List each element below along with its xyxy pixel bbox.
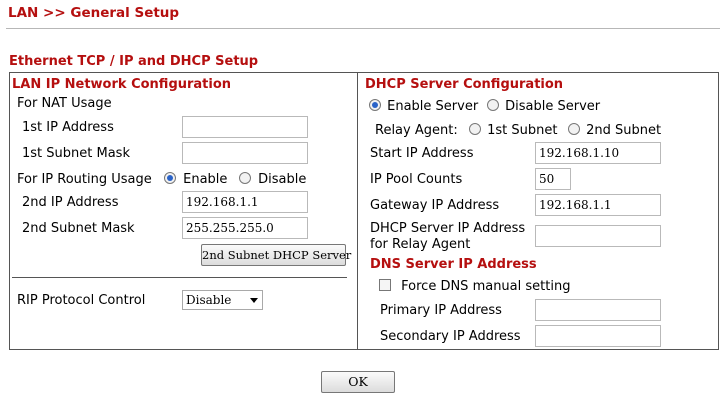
dhcp-disable-option[interactable]: Disable Server [487,99,600,114]
gateway-label: Gateway IP Address [370,198,500,213]
rip-select[interactable]: Disable [182,290,263,310]
dhcp-disable-label: Disable Server [505,99,601,114]
secondary-dns-label: Secondary IP Address [380,329,521,344]
ip2-input[interactable]: 192.168.1.1 [182,191,308,213]
relay-2nd-radio[interactable] [568,123,580,135]
routing-enable-radio[interactable] [164,172,176,184]
relay-1st-label: 1st Subnet [487,123,558,138]
relay-1st-option[interactable]: 1st Subnet [469,123,558,138]
section-title: Ethernet TCP / IP and DHCP Setup [9,54,259,69]
relay-1st-radio[interactable] [469,123,481,135]
page-title: LAN >> General Setup [8,5,180,21]
mask1-input[interactable] [182,142,308,164]
ok-button[interactable]: OK [321,371,395,393]
force-dns-checkbox[interactable] [379,279,391,291]
relay-ip-input[interactable] [535,225,661,247]
force-dns-option[interactable]: Force DNS manual setting [379,279,570,294]
rip-label: RIP Protocol Control [17,293,146,308]
mask2-label: 2nd Subnet Mask [22,221,135,236]
start-ip-label: Start IP Address [370,146,474,161]
gateway-input[interactable]: 192.168.1.1 [535,194,661,216]
start-ip-input[interactable]: 192.168.1.10 [535,142,661,164]
pool-count-label: IP Pool Counts [370,172,463,187]
relay-2nd-label: 2nd Subnet [586,123,662,138]
dhcp-enable-label: Enable Server [387,99,479,114]
primary-dns-input[interactable] [535,299,661,321]
mask1-label: 1st Subnet Mask [22,146,130,161]
routing-enable-option[interactable]: Enable [164,172,227,187]
ip2-label: 2nd IP Address [22,195,119,210]
routing-disable-radio[interactable] [239,172,251,184]
primary-dns-label: Primary IP Address [380,303,502,318]
routing-disable-option[interactable]: Disable [239,172,306,187]
chevron-down-icon [250,298,258,303]
dhcp-enable-radio[interactable] [369,99,381,111]
rip-divider [12,277,347,278]
dhcp-disable-radio[interactable] [487,99,499,111]
relay-2nd-option[interactable]: 2nd Subnet [568,123,661,138]
secondary-dns-input[interactable] [535,325,661,347]
dns-heading: DNS Server IP Address [370,257,537,272]
column-divider [357,73,358,349]
relay-agent-label: Relay Agent: [375,123,458,138]
relay-ip-label-line1: DHCP Server IP Address [370,221,526,236]
rip-select-value: Disable [186,293,232,307]
relay-ip-label-line2: for Relay Agent [370,237,471,252]
for-nat-label: For NAT Usage [17,96,112,111]
pool-count-input[interactable]: 50 [535,168,571,190]
routing-enable-label: Enable [183,172,228,187]
mask2-input[interactable]: 255.255.255.0 [182,217,308,239]
routing-disable-label: Disable [258,172,307,187]
force-dns-label: Force DNS manual setting [401,279,571,294]
ip1-label: 1st IP Address [22,120,114,135]
routing-label: For IP Routing Usage [17,172,152,187]
title-divider [6,28,720,29]
dhcp2-server-button[interactable]: 2nd Subnet DHCP Server [201,244,351,266]
lan-config-heading: LAN IP Network Configuration [12,77,232,92]
dhcp-config-heading: DHCP Server Configuration [365,77,564,92]
ip1-input[interactable] [182,116,308,138]
dhcp-enable-option[interactable]: Enable Server [369,99,478,114]
